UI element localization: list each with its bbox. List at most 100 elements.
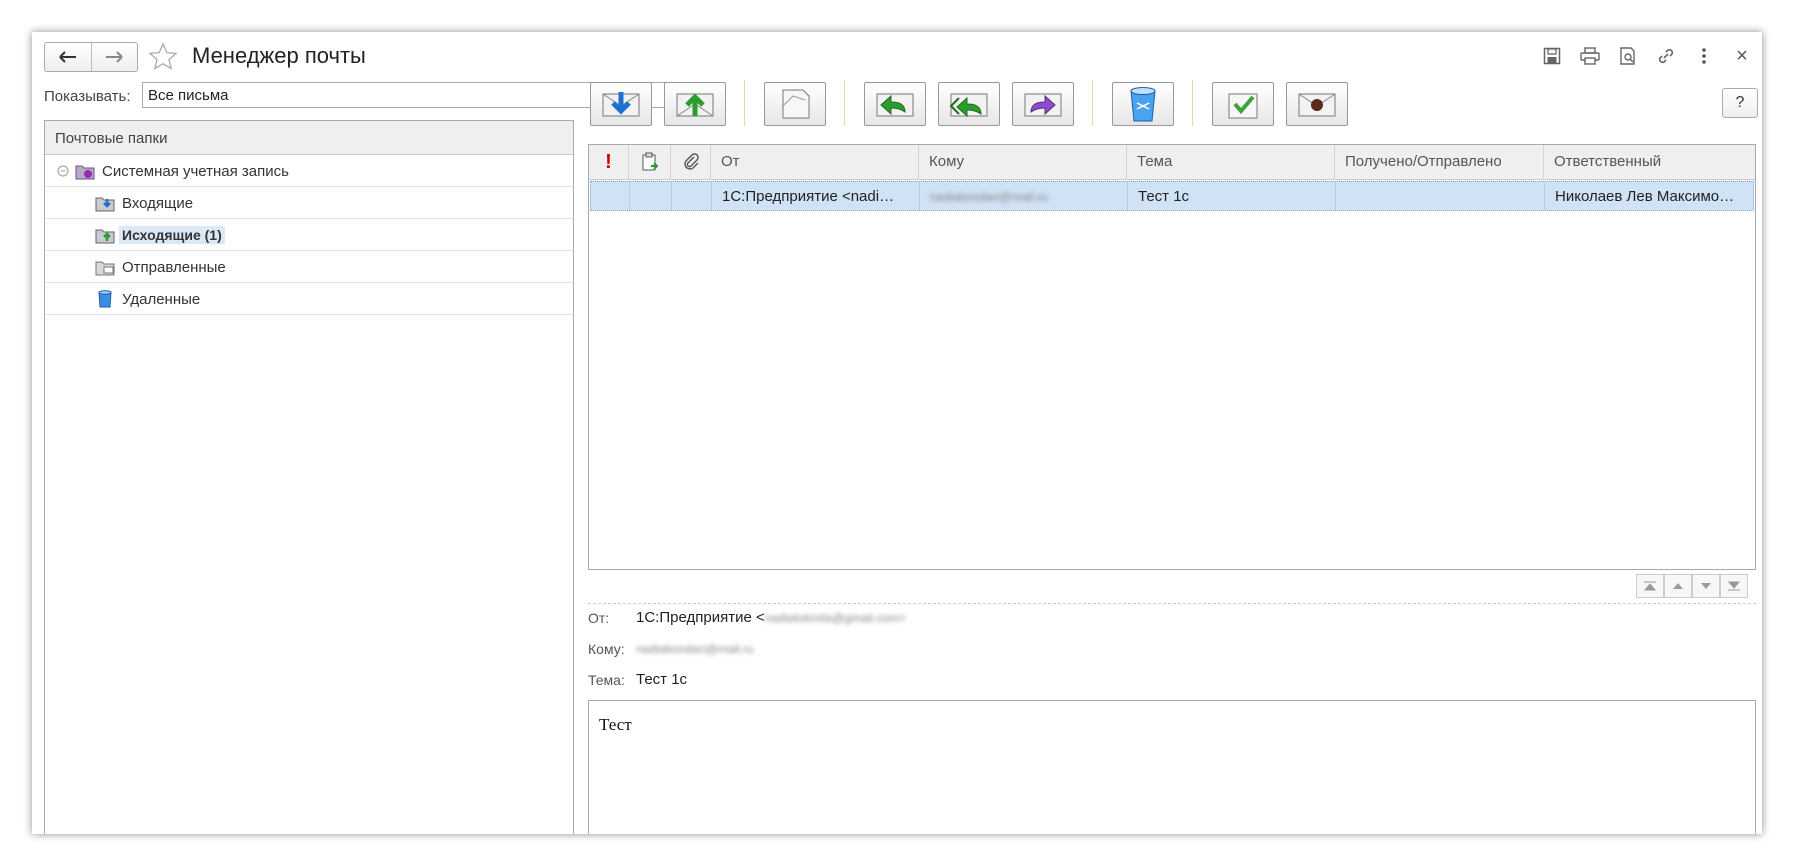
arrow-right-icon bbox=[106, 51, 123, 63]
preview-divider bbox=[588, 603, 1756, 604]
folder-tree: Почтовые папки Системная учетная запись … bbox=[44, 120, 574, 834]
collapse-icon[interactable] bbox=[57, 164, 69, 181]
delete-icon bbox=[1130, 87, 1156, 122]
scroll-bottom-icon bbox=[1727, 581, 1741, 591]
more-icon[interactable] bbox=[1692, 44, 1716, 68]
messages-table[interactable]: ! От Кому Тема Получено/Отправлено Ответ… bbox=[588, 144, 1756, 570]
mark-processed-button[interactable] bbox=[1212, 82, 1274, 126]
send-mail-button[interactable] bbox=[664, 82, 726, 126]
account-folder-icon bbox=[75, 162, 95, 184]
print-icon[interactable] bbox=[1578, 44, 1602, 68]
reply-all-button[interactable] bbox=[938, 82, 1000, 126]
date-cell bbox=[1336, 182, 1545, 210]
send-icon bbox=[676, 93, 714, 117]
reply-all-icon bbox=[949, 93, 988, 118]
to-column-header[interactable]: Кому bbox=[919, 145, 1127, 179]
table-header: ! От Кому Тема Получено/Отправлено Ответ… bbox=[589, 145, 1755, 180]
importance-column-header[interactable]: ! bbox=[589, 145, 629, 179]
account-label: Системная учетная запись bbox=[102, 163, 289, 180]
preview-from-name: 1С:Предприятие < bbox=[636, 609, 765, 626]
scroll-top-icon bbox=[1643, 581, 1657, 591]
page-title: Менеджер почты bbox=[192, 43, 366, 68]
owner-column-header[interactable]: Ответственный bbox=[1544, 145, 1755, 179]
window-tools: × bbox=[1540, 44, 1754, 68]
new-message-icon bbox=[782, 89, 810, 119]
table-row[interactable]: 1С:Предприятие <nadi… nadiabondari@mail.… bbox=[590, 181, 1754, 211]
preview-to-email: nadiabondari@mail.ru bbox=[636, 642, 754, 656]
preview-from-value: 1С:Предприятие <nadiatokmila@gmail.com> bbox=[636, 609, 906, 626]
date-column-header[interactable]: Получено/Отправлено bbox=[1335, 145, 1544, 179]
new-message-button[interactable] bbox=[764, 82, 826, 126]
preview-to-value: nadiabondari@mail.ru bbox=[636, 640, 754, 657]
toolbar-separator bbox=[1092, 80, 1093, 126]
save-icon[interactable] bbox=[1540, 44, 1564, 68]
folder-label: Входящие bbox=[122, 195, 194, 212]
subject-column-header[interactable]: Тема bbox=[1127, 145, 1335, 179]
table-scroll-controls bbox=[1636, 574, 1748, 598]
task-column-header[interactable] bbox=[629, 145, 671, 179]
preview-from-email: nadiatokmila@gmail.com> bbox=[764, 611, 906, 625]
importance-cell bbox=[591, 182, 630, 210]
close-icon[interactable]: × bbox=[1730, 44, 1754, 68]
message-body[interactable]: Тест bbox=[588, 700, 1756, 834]
from-cell: 1С:Предприятие <nadi… bbox=[712, 182, 920, 210]
filter-label: Показывать: bbox=[44, 88, 131, 105]
toolbar-separator bbox=[1192, 80, 1193, 126]
scroll-down-button[interactable] bbox=[1692, 574, 1720, 598]
outbox-folder-icon bbox=[95, 226, 115, 248]
help-button[interactable]: ? bbox=[1722, 88, 1758, 118]
preview-subject-label: Тема: bbox=[588, 672, 625, 688]
receive-mail-button[interactable] bbox=[590, 82, 652, 126]
tree-row-deleted[interactable]: Удаленные bbox=[45, 283, 573, 315]
importance-icon: ! bbox=[605, 151, 612, 173]
subject-cell: Тест 1с bbox=[1128, 182, 1336, 210]
task-clipboard-icon bbox=[642, 152, 658, 171]
trash-folder-icon bbox=[95, 290, 115, 312]
link-icon[interactable] bbox=[1654, 44, 1678, 68]
preview-from-label: От: bbox=[588, 610, 610, 626]
attachment-cell bbox=[672, 182, 712, 210]
mark-unread-icon bbox=[1298, 93, 1336, 117]
sent-folder-icon bbox=[95, 258, 115, 280]
folder-label: Отправленные bbox=[122, 259, 226, 276]
folder-label-selected: Исходящие (1) bbox=[119, 226, 225, 244]
mark-unread-button[interactable] bbox=[1286, 82, 1348, 126]
paperclip-icon bbox=[683, 153, 699, 170]
reply-button[interactable] bbox=[864, 82, 926, 126]
inbox-folder-icon bbox=[95, 194, 115, 216]
owner-cell: Николаев Лев Максимо… bbox=[1555, 188, 1735, 205]
tree-row-inbox[interactable]: Входящие bbox=[45, 187, 573, 219]
scroll-down-icon bbox=[1701, 583, 1711, 589]
from-column-header[interactable]: От bbox=[711, 145, 919, 179]
favorite-star-icon[interactable] bbox=[148, 42, 178, 76]
folder-label: Удаленные bbox=[122, 291, 201, 308]
navigation-buttons bbox=[44, 42, 138, 72]
forward-message-button[interactable] bbox=[1012, 82, 1074, 126]
mail-manager-window: Менеджер почты × Показывать: Все письма … bbox=[32, 32, 1762, 834]
to-cell: nadiabondari@mail.ru bbox=[920, 182, 1128, 210]
preview-subject-value: Тест 1с bbox=[636, 671, 688, 688]
scroll-top-button[interactable] bbox=[1636, 574, 1664, 598]
to-cell-value: nadiabondari@mail.ru bbox=[930, 190, 1048, 204]
scroll-bottom-button[interactable] bbox=[1720, 574, 1748, 598]
tree-row-account[interactable]: Системная учетная запись bbox=[45, 155, 573, 187]
back-button[interactable] bbox=[45, 43, 91, 71]
attachment-column-header[interactable] bbox=[671, 145, 711, 179]
delete-button[interactable] bbox=[1112, 82, 1174, 126]
toolbar-separator bbox=[844, 80, 845, 126]
folder-tree-header: Почтовые папки bbox=[45, 121, 573, 155]
receive-icon bbox=[602, 92, 640, 117]
task-cell bbox=[630, 182, 672, 210]
tree-row-outbox[interactable]: Исходящие (1) bbox=[45, 219, 573, 251]
preview-to-label: Кому: bbox=[588, 641, 625, 657]
toolbar-separator bbox=[744, 80, 745, 126]
arrow-left-icon bbox=[59, 51, 76, 63]
preview-icon[interactable] bbox=[1616, 44, 1640, 68]
reply-icon bbox=[876, 93, 914, 117]
mark-processed-icon bbox=[1228, 93, 1258, 119]
forward-button[interactable] bbox=[90, 43, 138, 71]
scroll-up-icon bbox=[1673, 583, 1683, 589]
scroll-up-button[interactable] bbox=[1664, 574, 1692, 598]
tree-row-sent[interactable]: Отправленные bbox=[45, 251, 573, 283]
forward-icon bbox=[1024, 93, 1062, 117]
